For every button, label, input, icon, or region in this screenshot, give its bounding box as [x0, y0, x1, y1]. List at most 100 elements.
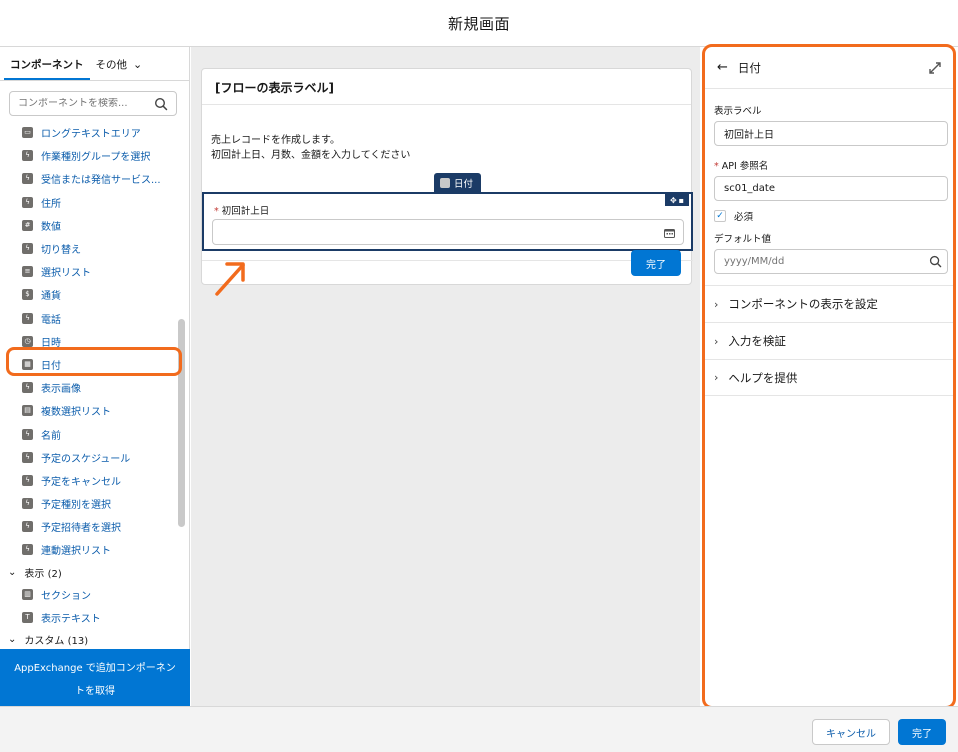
modal-header: 新規画面 — [0, 0, 958, 47]
section-icon: ▥ — [22, 588, 33, 600]
field-toolbar: ✥ ▪ — [665, 194, 689, 206]
component-item-section[interactable]: ▥ セクション — [0, 583, 176, 606]
screen-canvas: [フローの表示ラベル] 売上レコードを作成します。 初回計上日、月数、金額を入力… — [191, 47, 700, 706]
component-item-currency[interactable]: $ 通貨 — [0, 283, 176, 306]
trash-icon[interactable]: ▪ — [679, 196, 684, 205]
component-item-display-text[interactable]: T 表示テキスト — [0, 606, 176, 629]
screen-description[interactable]: 売上レコードを作成します。 初回計上日、月数、金額を入力してください — [202, 105, 691, 163]
section-help-text[interactable]: › ヘルプを提供 — [703, 359, 955, 396]
search-input[interactable] — [18, 98, 153, 109]
currency-icon: $ — [22, 289, 33, 301]
label-input[interactable]: 初回計上日 — [714, 121, 948, 146]
back-arrow-icon[interactable]: ← — [717, 60, 728, 75]
component-search — [9, 91, 177, 116]
required-asterisk: * — [714, 161, 719, 172]
appexchange-button[interactable]: AppExchange で追加コンポーネントを取得 — [0, 649, 190, 706]
component-item-schedule[interactable]: ϟ 予定のスケジュール — [0, 446, 176, 469]
lightning-icon: ϟ — [22, 312, 33, 324]
component-item-work-type-group[interactable]: ϟ 作業種別グループを選択 — [0, 144, 176, 167]
component-item-address[interactable]: ϟ 住所 — [0, 191, 176, 214]
lightning-icon: ϟ — [22, 382, 33, 394]
component-item-number[interactable]: # 数値 — [0, 214, 176, 237]
chevron-right-icon: › — [714, 371, 719, 384]
chevron-down-icon: ⌄ — [8, 633, 17, 645]
calendar-icon — [440, 177, 450, 188]
properties-title: 日付 — [737, 60, 761, 75]
done-button[interactable]: 完了 — [898, 719, 946, 745]
component-item-label: 日時 — [41, 337, 61, 349]
component-item-dependent-picklist[interactable]: ϟ 連動選択リスト — [0, 538, 176, 561]
lightning-icon: ϟ — [22, 544, 33, 556]
default-value-caption: デフォルト値 — [714, 234, 772, 245]
component-item-appointment-type[interactable]: ϟ 予定種別を選択 — [0, 492, 176, 515]
component-item-service-channel[interactable]: ϟ 受信または発信サービス... — [0, 167, 176, 190]
component-item-label: 作業種別グループを選択 — [41, 152, 151, 164]
cancel-button[interactable]: キャンセル — [812, 719, 890, 745]
component-item-label: セクション — [41, 590, 91, 602]
modal-footer: キャンセル 完了 — [0, 706, 958, 752]
expand-icon[interactable] — [929, 61, 941, 74]
component-item-label: 切り替え — [41, 245, 81, 257]
component-item-label: 住所 — [41, 198, 61, 210]
api-name-input[interactable]: sc01_date — [714, 176, 948, 201]
component-item-invitees[interactable]: ϟ 予定招待者を選択 — [0, 515, 176, 538]
component-item-label: 表示テキスト — [41, 613, 101, 625]
date-field-input[interactable] — [212, 219, 684, 245]
arrow-annotation-icon — [215, 262, 245, 296]
component-item-datetime[interactable]: ◷ 日時 — [0, 330, 176, 353]
component-item-label: 通貨 — [41, 291, 61, 303]
calendar-icon[interactable] — [664, 228, 675, 238]
section-component-visibility[interactable]: › コンポーネントの表示を設定 — [703, 285, 955, 322]
properties-panel: ← 日付 表示ラベル 初回計上日 * API 参照名 sc01_date ✓ 必須… — [703, 47, 955, 706]
lightning-icon: ϟ — [22, 173, 33, 185]
date-field-label-text: 初回計上日 — [221, 206, 270, 217]
component-item-label: 予定をキャンセル — [41, 476, 121, 488]
component-item-toggle[interactable]: ϟ 切り替え — [0, 237, 176, 260]
palette-scrollbar[interactable] — [178, 319, 185, 527]
group-custom[interactable]: ⌄ カスタム (13) — [0, 629, 176, 650]
checkbox-checked-icon[interactable]: ✓ — [714, 210, 726, 222]
selected-component-tag: 日付 — [434, 173, 481, 192]
required-checkbox-row[interactable]: ✓ 必須 — [714, 209, 947, 223]
component-item-label: 予定のスケジュール — [41, 453, 131, 465]
description-line: 初回計上日、月数、金額を入力してください — [211, 150, 411, 161]
component-item-cancel-appointment[interactable]: ϟ 予定をキャンセル — [0, 469, 176, 492]
lightning-icon: ϟ — [22, 196, 33, 208]
chevron-right-icon: › — [714, 334, 719, 348]
component-item-label: 予定種別を選択 — [41, 500, 111, 512]
search-icon[interactable] — [154, 97, 168, 111]
calendar-icon: ▦ — [22, 358, 33, 370]
card-footer-divider — [202, 260, 693, 261]
component-item-label: 選択リスト — [41, 268, 91, 280]
tab-other[interactable]: その他 ⌄ — [90, 57, 149, 80]
default-value-input[interactable]: yyyy/MM/dd — [714, 249, 948, 274]
api-name-caption: * API 参照名 — [714, 158, 947, 172]
component-item-label: ロングテキストエリア — [41, 129, 141, 141]
properties-header: ← 日付 — [703, 47, 955, 89]
date-field-label: * 初回計上日 — [214, 203, 269, 217]
description-line: 売上レコードを作成します。 — [211, 135, 340, 146]
screen-done-button[interactable]: 完了 — [631, 250, 681, 276]
section-label: コンポーネントの表示を設定 — [728, 297, 878, 311]
number-icon: # — [22, 219, 33, 231]
section-validate-input[interactable]: › 入力を検証 — [703, 322, 955, 359]
component-item-label: 受信または発信サービス... — [41, 175, 161, 187]
properties-sections: › コンポーネントの表示を設定 › 入力を検証 › ヘルプを提供 — [703, 285, 955, 396]
component-item-label: 数値 — [41, 221, 61, 233]
component-item-date[interactable]: ▦ 日付 — [0, 353, 176, 376]
date-field-component[interactable]: ✥ ▪ * 初回計上日 — [202, 192, 693, 251]
search-icon[interactable] — [929, 255, 942, 268]
component-item-label: 日付 — [41, 360, 61, 372]
chevron-right-icon: › — [714, 297, 719, 311]
component-item-multiselect[interactable]: ▤ 複数選択リスト — [0, 399, 176, 422]
section-label: 入力を検証 — [728, 334, 786, 348]
component-item-name[interactable]: ϟ 名前 — [0, 422, 176, 445]
component-item-long-text-area[interactable]: ▭ ロングテキストエリア — [0, 121, 176, 144]
palette-tabs: コンポーネント その他 ⌄ — [0, 47, 189, 81]
tab-components[interactable]: コンポーネント — [4, 57, 90, 80]
group-display[interactable]: ⌄ 表示 (2) — [0, 562, 176, 583]
component-item-display-image[interactable]: ϟ 表示画像 — [0, 376, 176, 399]
move-icon[interactable]: ✥ — [670, 196, 677, 205]
component-item-picklist[interactable]: ≡ 選択リスト — [0, 260, 176, 283]
component-item-phone[interactable]: ϟ 電話 — [0, 307, 176, 330]
